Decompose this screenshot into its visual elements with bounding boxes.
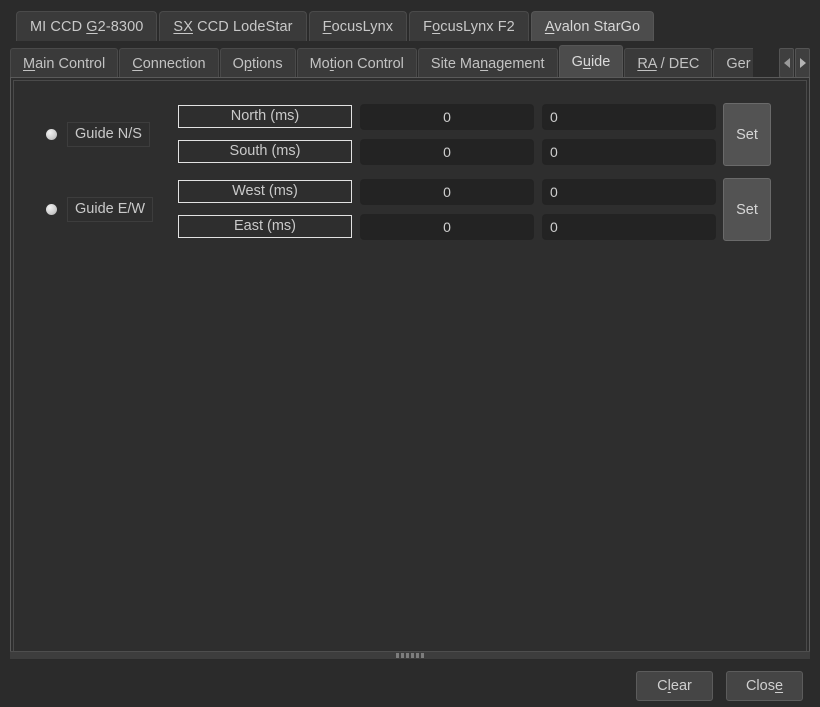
tab-scroll-right-button[interactable] <box>795 48 810 78</box>
tab-scroll-left-button[interactable] <box>779 48 794 78</box>
west-duration-field[interactable]: 0 <box>360 178 534 205</box>
guide-panel: Guide N/S North (ms) 0 0 South (ms) 0 0 <box>10 77 810 655</box>
tab-guide[interactable]: Guide <box>558 45 624 78</box>
north-duration-field[interactable]: 0 <box>360 103 534 130</box>
east-readout-field[interactable]: 0 <box>542 213 716 240</box>
tab-motion-control[interactable]: Motion Control <box>296 48 417 78</box>
device-tab-bar: MI CCD G2-8300 SX CCD LodeStar FocusLynx… <box>0 0 820 41</box>
tab-site-management[interactable]: Site Management <box>417 48 558 78</box>
guide-group-ew: Guide E/W West (ms) 0 0 East (ms) 0 0 Se… <box>36 174 781 244</box>
guide-row-south: South (ms) 0 0 <box>178 134 781 169</box>
device-tab-avalon-stargo[interactable]: Avalon StarGo <box>530 11 655 41</box>
guide-ew-set-button[interactable]: Set <box>723 178 771 241</box>
radio-indicator-icon[interactable] <box>46 129 57 140</box>
page-tab-bar: Main Control Connection Options Motion C… <box>10 41 810 78</box>
panel-splitter-handle[interactable] <box>10 651 810 660</box>
device-tab-sx-ccd-lodestar[interactable]: SX CCD LodeStar <box>159 11 307 41</box>
splitter-grip-icon <box>396 653 424 658</box>
tab-options[interactable]: Options <box>219 48 296 78</box>
tab-general-truncated[interactable]: Ger <box>713 48 753 78</box>
device-tab-focuslynx[interactable]: FocusLynx <box>308 11 408 41</box>
guide-grid: Guide N/S North (ms) 0 0 South (ms) 0 0 <box>36 99 781 244</box>
device-tab-mi-ccd-g2-8300[interactable]: MI CCD G2-8300 <box>16 11 158 41</box>
triangle-left-icon <box>783 58 790 68</box>
guide-row-north: North (ms) 0 0 <box>178 99 781 134</box>
guide-group-ns: Guide N/S North (ms) 0 0 South (ms) 0 0 <box>36 99 781 169</box>
south-duration-field[interactable]: 0 <box>360 138 534 165</box>
south-readout-field[interactable]: 0 <box>542 138 716 165</box>
west-readout-field[interactable]: 0 <box>542 178 716 205</box>
guide-ns-label: Guide N/S <box>67 122 150 147</box>
device-tab-focuslynx-f2[interactable]: FocusLynx F2 <box>409 11 529 41</box>
guide-row-west: West (ms) 0 0 <box>178 174 781 209</box>
tab-connection[interactable]: Connection <box>119 48 219 78</box>
tab-scroll-buttons <box>778 44 810 78</box>
guide-ns-selector[interactable]: Guide N/S <box>46 121 150 148</box>
guide-ew-rows: West (ms) 0 0 East (ms) 0 0 Set <box>178 174 781 244</box>
north-readout-field[interactable]: 0 <box>542 103 716 130</box>
guide-row-east: East (ms) 0 0 <box>178 209 781 244</box>
tab-ra-dec[interactable]: RA / DEC <box>624 48 713 78</box>
guide-ew-selector[interactable]: Guide E/W <box>46 196 154 223</box>
triangle-right-icon <box>799 58 806 68</box>
guide-panel-inner: Guide N/S North (ms) 0 0 South (ms) 0 0 <box>13 80 807 652</box>
tab-main-control[interactable]: Main Control <box>10 48 119 78</box>
east-duration-field[interactable]: 0 <box>360 213 534 240</box>
guide-ew-label: Guide E/W <box>67 197 154 222</box>
west-direction-button[interactable]: West (ms) <box>178 180 352 203</box>
clear-button[interactable]: Cl ear <box>636 671 713 701</box>
page-tab-strip: Main Control Connection Options Motion C… <box>10 44 778 78</box>
radio-indicator-icon[interactable] <box>46 204 57 215</box>
guide-ns-set-button[interactable]: Set <box>723 103 771 166</box>
dialog-footer: Cl ear Clos e <box>0 665 820 707</box>
north-direction-button[interactable]: North (ms) <box>178 105 352 128</box>
guide-ns-rows: North (ms) 0 0 South (ms) 0 0 Set <box>178 99 781 169</box>
south-direction-button[interactable]: South (ms) <box>178 140 352 163</box>
east-direction-button[interactable]: East (ms) <box>178 215 352 238</box>
stargo-guide-window: MI CCD G2-8300 SX CCD LodeStar FocusLynx… <box>0 0 820 707</box>
close-button[interactable]: Clos e <box>726 671 803 701</box>
